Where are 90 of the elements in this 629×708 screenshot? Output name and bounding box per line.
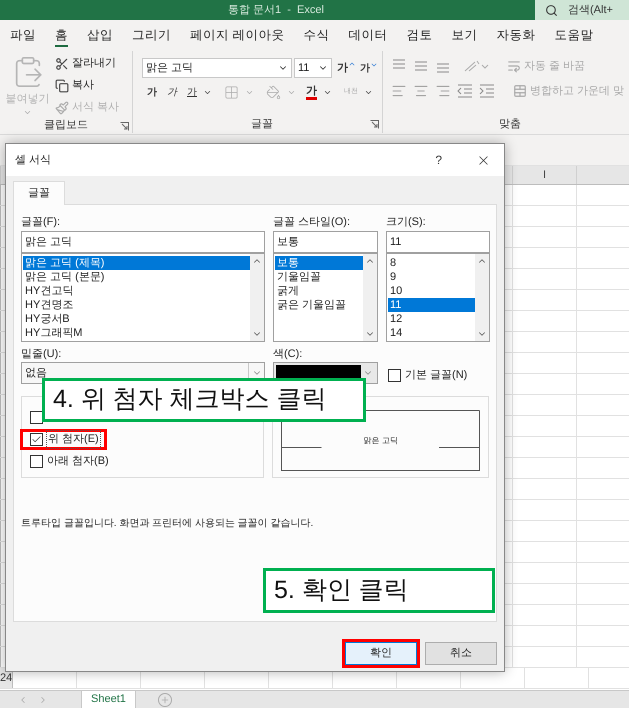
checkbox[interactable] xyxy=(30,411,43,424)
list-item[interactable]: 8 xyxy=(388,256,475,270)
copy-icon xyxy=(55,78,69,92)
field-label: 글꼴(F): xyxy=(21,215,62,230)
increase-indent-icon[interactable] xyxy=(479,84,495,98)
ribbon-tab[interactable]: 검토 xyxy=(406,22,432,48)
font-size-dropdown[interactable]: 11 xyxy=(294,58,332,78)
list-item[interactable]: 기울임꼴 xyxy=(275,270,363,284)
dialog-button[interactable]: 취소 xyxy=(425,642,497,665)
scrollbar[interactable] xyxy=(475,254,489,341)
text-field[interactable]: 보통 xyxy=(273,231,378,253)
list-item[interactable]: 굵은 기울임꼴 xyxy=(275,298,363,312)
list-item[interactable]: 보통 xyxy=(275,256,363,270)
checkbox-label[interactable]: 위 첨자(E) xyxy=(46,430,101,449)
add-sheet-button[interactable] xyxy=(158,692,172,706)
row-header[interactable]: 24 xyxy=(0,670,12,686)
italic-button[interactable]: 가 xyxy=(167,85,177,100)
dialog-launcher-icon[interactable] xyxy=(120,122,129,130)
dialog-title: 셀 서식 xyxy=(15,152,52,168)
dialog-launcher-icon[interactable] xyxy=(370,120,379,129)
caret-icon[interactable] xyxy=(364,88,373,97)
ribbon-tab[interactable]: 자동화 xyxy=(496,22,536,48)
wrap-text-icon xyxy=(507,59,521,73)
borders-icon[interactable] xyxy=(224,85,239,100)
annotation-callout: 5. 확인 클릭 xyxy=(263,568,495,613)
list-item[interactable]: 맑은 고딕 (본문) xyxy=(23,270,250,284)
scissors-icon xyxy=(55,56,69,70)
caret-icon[interactable] xyxy=(323,88,332,97)
checkbox[interactable] xyxy=(388,369,401,382)
list-item[interactable]: HY그래픽M xyxy=(23,326,250,340)
help-button[interactable]: ? xyxy=(435,151,442,169)
list-item[interactable]: 11 xyxy=(388,298,475,312)
list-item[interactable]: 굵게 xyxy=(275,284,363,298)
ribbon-tab[interactable]: 데이터 xyxy=(348,22,388,48)
clipboard-command[interactable]: 복사 xyxy=(55,77,120,94)
preview-text: 맑은 고딕 xyxy=(364,434,398,446)
ribbon-tab[interactable]: 파일 xyxy=(10,22,36,48)
ribbon-tab[interactable]: 홈 xyxy=(55,22,68,48)
group-label: 클립보드 xyxy=(44,118,88,132)
paint-bucket-icon[interactable] xyxy=(266,85,281,100)
shrink-font-button[interactable]: 가 xyxy=(360,60,378,76)
column-header[interactable]: I xyxy=(542,166,546,184)
dialog-button[interactable]: 확인 xyxy=(345,642,417,665)
list-item[interactable]: HY견명조 xyxy=(23,298,250,312)
merge-cells-icon xyxy=(513,84,527,98)
scrollbar[interactable] xyxy=(363,254,377,341)
decrease-indent-icon[interactable] xyxy=(457,84,473,98)
field-label: 밑줄(U): xyxy=(21,347,62,362)
checkbox[interactable] xyxy=(30,455,43,468)
text-field[interactable]: 맑은 고딕 xyxy=(21,231,265,253)
window-title: 통합 문서1 - Excel xyxy=(228,3,324,18)
scrollbar[interactable] xyxy=(250,254,264,341)
field-label: 색(C): xyxy=(273,347,304,362)
caret-icon[interactable] xyxy=(203,88,212,97)
group-label: 글꼴 xyxy=(251,116,273,132)
checkbox-label[interactable]: 기본 글꼴(N) xyxy=(405,367,468,384)
field-label: 크기(S): xyxy=(386,215,427,230)
annotation-callout: 4. 위 첨자 체크박스 클릭 xyxy=(42,378,366,422)
dialog-tab[interactable]: 글꼴 xyxy=(13,181,65,205)
ribbon-tab[interactable]: 삽입 xyxy=(87,22,113,48)
list-item[interactable]: HY견고딕 xyxy=(23,284,250,298)
underline-button[interactable]: 가 xyxy=(187,85,197,100)
checkbox-label[interactable]: 아래 첨자(B) xyxy=(46,453,110,470)
search-icon xyxy=(545,4,558,16)
font-info-text: 트루타입 글꼴입니다. 화면과 프린터에 사용되는 글꼴이 같습니다. xyxy=(21,517,314,531)
ribbon-tab[interactable]: 도움말 xyxy=(554,22,594,48)
search-field[interactable]: 검색(Alt+ xyxy=(535,0,629,20)
ribbon-tab[interactable]: 페이지 레이아웃 xyxy=(190,22,284,48)
plus-icon xyxy=(160,694,170,704)
field-label: 글꼴 스타일(O): xyxy=(273,215,351,230)
ribbon-tab[interactable]: 그리기 xyxy=(132,22,171,48)
list-item[interactable]: HY궁서B xyxy=(23,312,250,326)
paintbrush-icon xyxy=(55,100,69,114)
bold-button[interactable]: 가 xyxy=(147,85,157,100)
list-item[interactable]: 맑은 고딕 (제목) xyxy=(23,256,250,270)
clipboard-command[interactable]: 잘라내기 xyxy=(55,55,120,72)
list-item[interactable]: 14 xyxy=(388,326,475,340)
list-item[interactable]: 10 xyxy=(388,284,475,298)
checkbox[interactable] xyxy=(30,433,43,446)
font-color-button[interactable]: 가 xyxy=(306,85,317,100)
text-angle-icon[interactable] xyxy=(463,59,489,73)
list-item[interactable]: 9 xyxy=(388,270,475,284)
sheet-tab[interactable]: Sheet1 xyxy=(81,690,136,708)
grow-font-button[interactable]: 가 xyxy=(337,60,356,76)
ribbon-tab[interactable]: 보기 xyxy=(451,22,478,48)
text-field[interactable]: 11 xyxy=(386,231,490,253)
font-name-dropdown[interactable]: 맑은 고딕 xyxy=(142,58,292,78)
ribbon-tab[interactable]: 수식 xyxy=(303,22,330,48)
list-item[interactable]: 12 xyxy=(388,312,475,326)
group-label: 맞춤 xyxy=(499,116,521,132)
